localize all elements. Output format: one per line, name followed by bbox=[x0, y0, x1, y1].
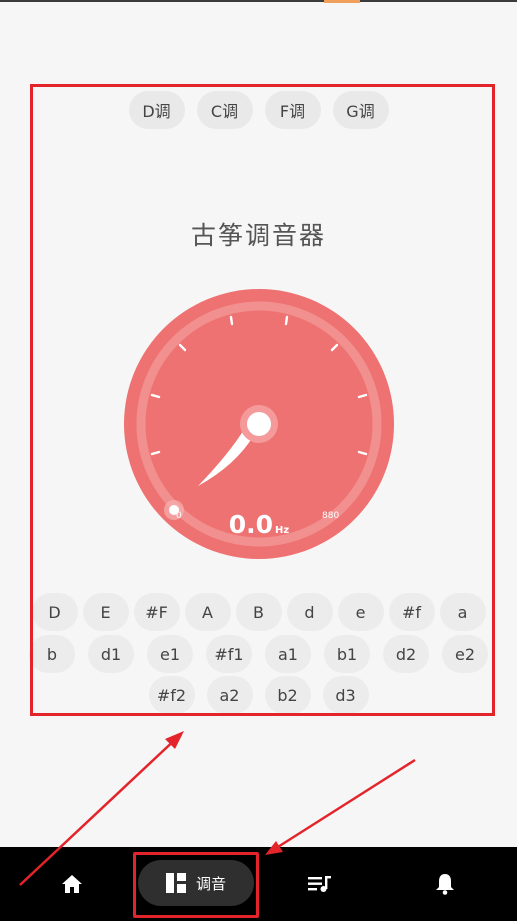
annotation-box-nav bbox=[133, 852, 259, 918]
nav-playlist[interactable] bbox=[300, 847, 340, 921]
status-bar-divider bbox=[0, 0, 517, 2]
playlist-icon bbox=[308, 876, 331, 892]
status-bar-accent bbox=[324, 0, 360, 3]
nav-notifications[interactable] bbox=[425, 847, 465, 921]
nav-home[interactable] bbox=[52, 847, 92, 921]
bell-icon bbox=[436, 874, 454, 895]
annotation-box-tuner bbox=[30, 84, 495, 716]
home-icon bbox=[62, 875, 82, 893]
